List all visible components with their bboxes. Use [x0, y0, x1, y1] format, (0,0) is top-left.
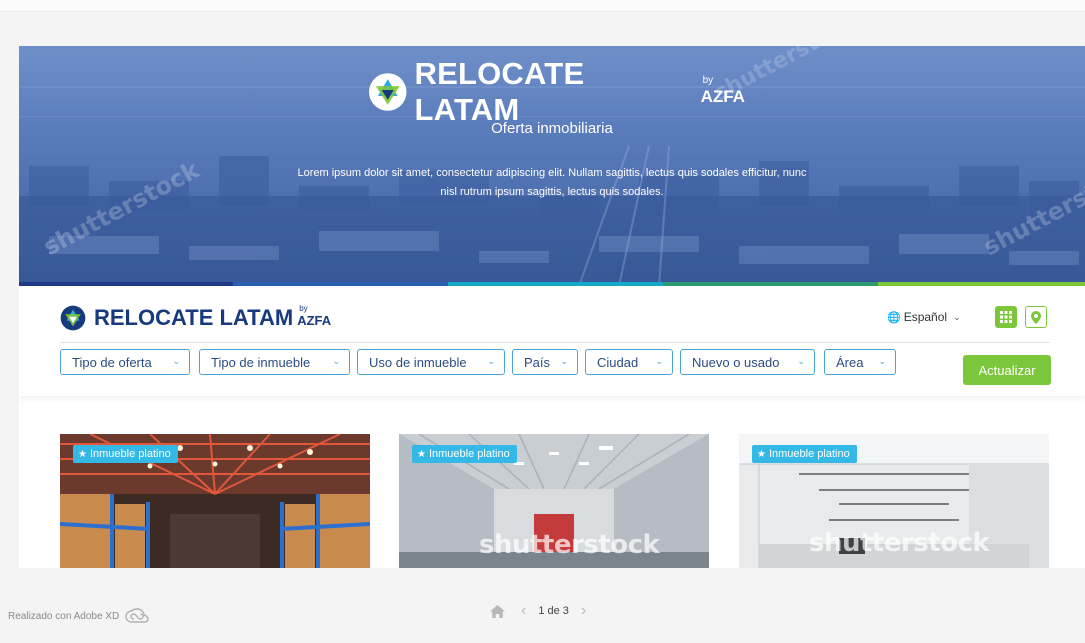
- prototype-footer: Realizado con Adobe XD ‹ 1 de 3 ›: [0, 568, 1085, 643]
- grid-view-button[interactable]: [995, 306, 1017, 328]
- chevron-down-icon: ⌄: [797, 356, 805, 366]
- chevron-down-icon: ⌄: [655, 356, 663, 366]
- filter-label: Nuevo o usado: [692, 354, 780, 370]
- platinum-badge: ★ Inmueble platino: [752, 445, 857, 463]
- chevron-down-icon: ⌄: [953, 311, 961, 322]
- relocate-logo-icon: [368, 73, 407, 111]
- chevron-down-icon: ⌄: [487, 356, 495, 366]
- filter-label: Tipo de inmueble: [211, 354, 311, 370]
- artboard: shutterstock shutterstock shutterstock R…: [19, 46, 1085, 568]
- hero-subtitle: Oferta inmobiliaria: [491, 120, 613, 137]
- filter-pais[interactable]: País ⌄: [512, 349, 578, 375]
- chevron-down-icon: ⌄: [878, 356, 886, 366]
- property-card[interactable]: ★ Inmueble platino shutterstock: [399, 434, 709, 568]
- hero-description: Lorem ipsum dolor sit amet, consectetur …: [297, 167, 807, 198]
- previous-page-icon[interactable]: ‹: [521, 602, 526, 620]
- filter-tipo-de-inmueble[interactable]: Tipo de inmueble ⌄: [199, 349, 350, 375]
- property-list: ★ Inmueble platino ★ Inmueble platino sh…: [19, 434, 1085, 568]
- property-card[interactable]: ★ Inmueble platino shutterstock: [739, 434, 1049, 568]
- badge-label: Inmueble platino: [89, 448, 171, 460]
- update-button[interactable]: Actualizar: [963, 355, 1051, 385]
- prototype-top-bar: [0, 0, 1085, 12]
- star-icon: ★: [757, 448, 766, 460]
- filter-label: Tipo de oferta: [72, 354, 152, 370]
- search-header: RELOCATE LATAM by AZFA 🌐 Español ⌄ Tipo …: [19, 286, 1085, 396]
- badge-label: Inmueble platino: [428, 448, 510, 460]
- filter-ciudad[interactable]: Ciudad ⌄: [585, 349, 673, 375]
- nav-by-label: by: [299, 304, 308, 313]
- grid-icon: [1000, 311, 1012, 323]
- chevron-down-icon: ⌄: [560, 356, 568, 366]
- filter-area[interactable]: Área ⌄: [824, 349, 896, 375]
- creative-cloud-icon: [125, 608, 149, 623]
- nav-brand-name: RELOCATE LATAM: [94, 305, 294, 330]
- relocate-logo-icon: [60, 305, 86, 331]
- filter-uso-de-inmueble[interactable]: Uso de inmueble ⌄: [357, 349, 505, 375]
- hero-logo: RELOCATE LATAM by AZFA: [368, 56, 748, 127]
- filter-label: Ciudad: [597, 354, 639, 370]
- map-view-button[interactable]: [1025, 306, 1047, 328]
- card-watermark: shutterstock: [809, 528, 990, 558]
- platinum-badge: ★ Inmueble platino: [412, 445, 517, 463]
- hero-brand-name: RELOCATE LATAM: [414, 56, 585, 127]
- filter-label: Área: [836, 354, 864, 370]
- filter-label: País: [524, 354, 551, 370]
- card-watermark: shutterstock: [479, 530, 660, 560]
- filter-tipo-de-oferta[interactable]: Tipo de oferta ⌄: [60, 349, 190, 375]
- nav-azfa-label: AZFA: [297, 313, 332, 328]
- pagination: ‹ 1 de 3 ›: [490, 602, 586, 620]
- filter-nuevo-o-usado[interactable]: Nuevo o usado ⌄: [680, 349, 815, 375]
- globe-icon: 🌐: [887, 311, 901, 324]
- hero-by-azfa: by AZFA: [700, 75, 748, 107]
- header-divider: [60, 342, 1050, 343]
- star-icon: ★: [78, 448, 87, 460]
- badge-label: Inmueble platino: [768, 448, 850, 460]
- filter-label: Uso de inmueble: [369, 354, 467, 370]
- nav-by-azfa: by AZFA: [297, 304, 335, 329]
- language-selector[interactable]: 🌐 Español ⌄: [887, 310, 961, 324]
- hero-azfa-label: AZFA: [700, 87, 745, 106]
- platinum-badge: ★ Inmueble platino: [73, 445, 178, 463]
- page-indicator: 1 de 3: [538, 605, 569, 617]
- map-pin-icon: [1031, 310, 1041, 324]
- property-card[interactable]: ★ Inmueble platino: [60, 434, 370, 568]
- adobe-xd-credit[interactable]: Realizado con Adobe XD: [8, 608, 149, 624]
- home-icon[interactable]: [490, 604, 505, 618]
- hero-banner: shutterstock shutterstock shutterstock R…: [19, 46, 1085, 286]
- language-label: Español: [903, 310, 948, 324]
- chevron-down-icon: ⌄: [332, 356, 340, 366]
- credit-label: Realizado con Adobe XD: [8, 610, 120, 622]
- chevron-down-icon: ⌄: [172, 356, 180, 366]
- star-icon: ★: [417, 448, 426, 460]
- next-page-icon[interactable]: ›: [581, 602, 586, 620]
- hero-by-label: by: [702, 75, 714, 86]
- nav-logo[interactable]: RELOCATE LATAM by AZFA: [60, 304, 335, 331]
